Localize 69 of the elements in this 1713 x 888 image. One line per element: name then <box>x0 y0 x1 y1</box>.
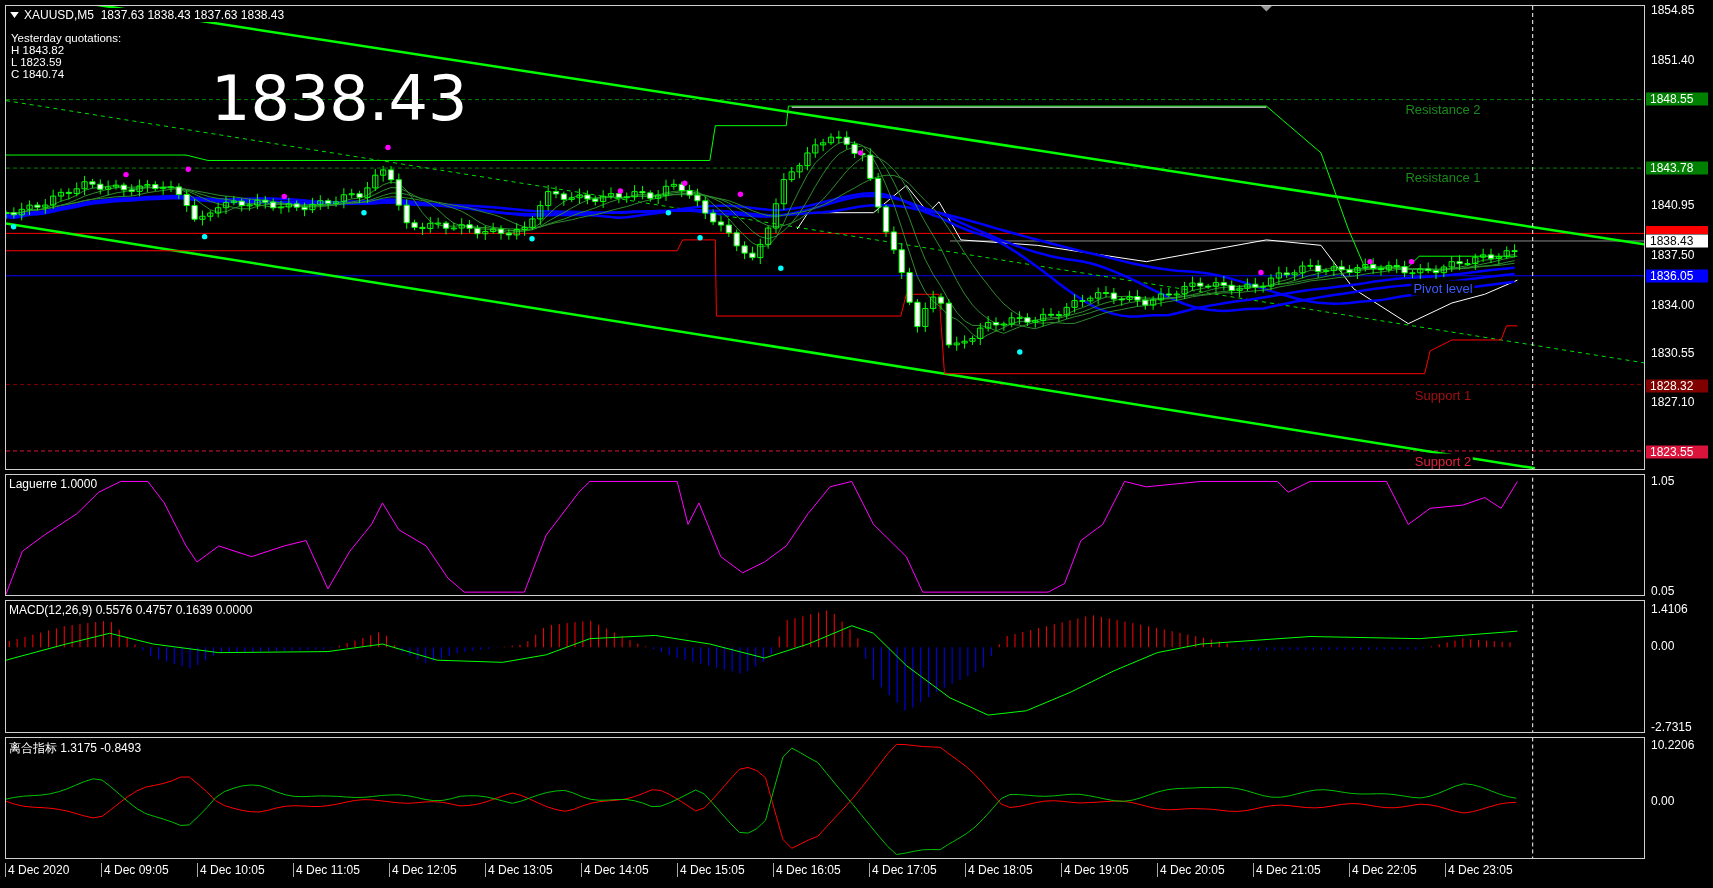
time-axis-label: 4 Dec 14:05 <box>581 863 677 877</box>
last-price: 1838.43 <box>211 68 468 130</box>
time-axis-label: 4 Dec 17:05 <box>869 863 965 877</box>
indicator-axis-label: -2.7315 <box>1651 720 1692 734</box>
indicator-axis-label: 0.00 <box>1651 794 1675 808</box>
time-axis-label: 4 Dec 12:05 <box>389 863 485 877</box>
signal-dot <box>385 144 391 151</box>
time-axis-label: 4 Dec 16:05 <box>773 863 869 877</box>
signal-dot <box>682 180 688 187</box>
time-axis-label: 4 Dec 11:05 <box>293 863 389 877</box>
price-tag: 1823.55 <box>1646 445 1708 459</box>
current-price-tag: 1838.43 <box>1646 234 1708 248</box>
signal-dot <box>529 236 535 242</box>
time-axis-label: 4 Dec 20:05 <box>1157 863 1253 877</box>
price-axis-label: 1834.00 <box>1651 298 1695 312</box>
price-marker <box>1646 226 1708 235</box>
signal-dot <box>201 233 208 240</box>
time-axis-label: 4 Dec 19:05 <box>1061 863 1157 877</box>
signal-dot <box>123 171 129 178</box>
time-axis-label: 4 Dec 21:05 <box>1253 863 1349 877</box>
time-axis-label: 4 Dec 09:05 <box>101 863 197 877</box>
signal-dot <box>185 166 191 172</box>
time-axis-label: 4 Dec 22:05 <box>1349 863 1445 877</box>
signal-dot <box>778 265 784 271</box>
price-axis-label: 1827.10 <box>1651 395 1695 409</box>
indicator-title: 离合指标 1.3175 -0.8493 <box>9 740 142 757</box>
time-axis-label: 4 Dec 2020 <box>5 863 101 877</box>
price-axis-label: 1830.55 <box>1651 346 1695 360</box>
price-axis-label: 1851.40 <box>1651 53 1695 67</box>
signal-dot <box>617 188 624 194</box>
signal-dot <box>1258 269 1264 276</box>
signal-dot <box>857 150 864 156</box>
yesterday-quote: L 1823.59 <box>11 56 63 68</box>
indicator-axis-label: 1.4106 <box>1651 602 1688 616</box>
signal-dot <box>361 210 367 216</box>
yesterday-title: Yesterday quotations: <box>11 32 122 44</box>
level-label: Pivot level <box>1411 280 1475 296</box>
price-tag: 1828.32 <box>1646 379 1708 393</box>
indicator-title: Laguerre 1.0000 <box>9 477 98 491</box>
signal-dot <box>1408 258 1415 265</box>
time-axis-label: 4 Dec 10:05 <box>197 863 293 877</box>
price-tag: 1843.78 <box>1646 161 1708 175</box>
time-axis-label: 4 Dec 23:05 <box>1445 863 1541 877</box>
level-label: Support 2 <box>1412 453 1474 469</box>
signal-dot <box>737 191 744 197</box>
price-axis-label: 1840.95 <box>1651 198 1695 212</box>
price-tag: 1848.55 <box>1646 92 1708 106</box>
time-axis-label: 4 Dec 13:05 <box>485 863 581 877</box>
price-axis-label: 1837.50 <box>1651 248 1695 262</box>
time-axis-label: 4 Dec 15:05 <box>677 863 773 877</box>
shift-marker-icon[interactable] <box>1260 6 1272 12</box>
signal-dot <box>1017 349 1023 355</box>
indicator-axis-label: 0.05 <box>1651 584 1675 598</box>
time-axis-label: 4 Dec 18:05 <box>965 863 1061 877</box>
collapse-triangle-icon[interactable] <box>10 12 19 18</box>
symbol-quote: XAUUSD,M5 1837.63 1838.43 1837.63 1838.43 <box>24 8 285 22</box>
yesterday-quote: H 1843.82 <box>11 44 66 56</box>
indicator-axis-label: 10.2206 <box>1651 738 1695 752</box>
price-axis-label: 1854.85 <box>1651 3 1695 17</box>
signal-dot <box>697 235 703 241</box>
indicator-axis-label: 0.00 <box>1651 639 1675 653</box>
signal-dot <box>281 193 287 200</box>
indicator-title: MACD(12,26,9) 0.5576 0.4757 0.1639 0.0000 <box>9 603 253 617</box>
signal-dot <box>1367 258 1373 265</box>
signal-dot <box>10 224 17 230</box>
signal-dot <box>665 210 672 216</box>
indicator-axis-label: 1.05 <box>1651 474 1675 488</box>
price-tag: 1836.05 <box>1646 269 1708 283</box>
yesterday-quote: C 1840.74 <box>11 68 66 80</box>
